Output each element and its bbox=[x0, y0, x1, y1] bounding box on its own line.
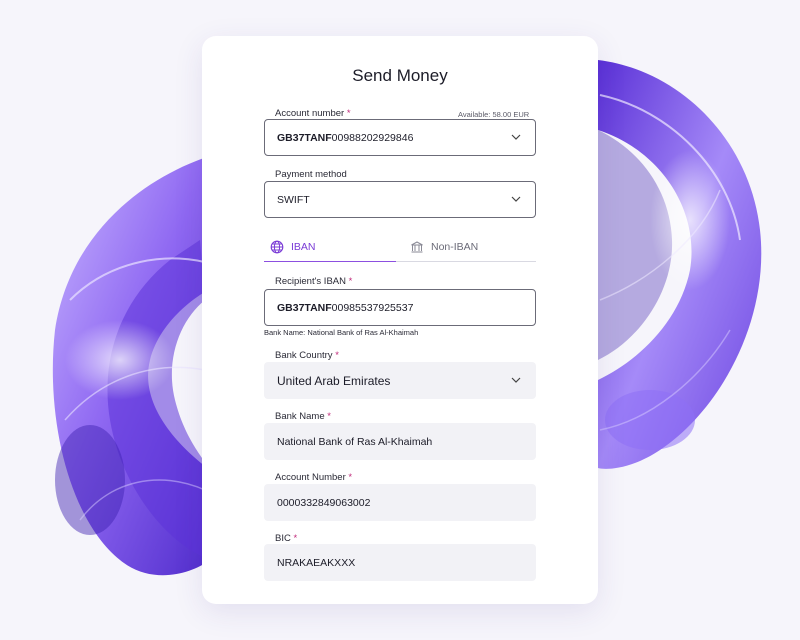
account-number-field-label-text: Account Number bbox=[275, 472, 346, 483]
globe-icon bbox=[270, 240, 284, 253]
page-title: Send Money bbox=[352, 66, 448, 85]
bank-name-label-text: Bank Name bbox=[275, 411, 325, 422]
recipient-iban-label: Recipient's IBAN * bbox=[275, 276, 352, 287]
chevron-down-icon[interactable] bbox=[511, 195, 521, 203]
recipient-iban-input[interactable]: GB37TANF 00985537925537 bbox=[264, 289, 536, 326]
required-mark: * bbox=[346, 108, 351, 119]
account-number-label: Account number * bbox=[275, 108, 351, 119]
required-mark: * bbox=[293, 533, 298, 544]
bank-country-label: Bank Country * bbox=[275, 350, 339, 361]
bic-value: NRAKAEAKXXX bbox=[277, 556, 356, 569]
bank-name-input[interactable]: National Bank of Ras Al-Khaimah bbox=[264, 423, 536, 460]
bank-country-select[interactable]: United Arab Emirates bbox=[264, 362, 536, 399]
account-number-prefix: GB37TANF bbox=[277, 131, 332, 144]
bic-input[interactable]: NRAKAEAKXXX bbox=[264, 544, 536, 581]
send-money-card: Send Money Account number * Available: 5… bbox=[202, 36, 598, 604]
bank-country-value: United Arab Emirates bbox=[277, 373, 391, 388]
required-mark: * bbox=[335, 350, 339, 361]
payment-method-label: Payment method bbox=[275, 169, 347, 180]
account-number-rest: 00988202929846 bbox=[331, 131, 414, 144]
chevron-down-icon[interactable] bbox=[511, 133, 521, 141]
bank-country-label-text: Bank Country bbox=[275, 350, 333, 361]
tab-iban[interactable]: IBAN bbox=[264, 232, 396, 262]
bank-name-value: National Bank of Ras Al-Khaimah bbox=[277, 435, 433, 448]
payment-method-value: SWIFT bbox=[277, 193, 310, 206]
tab-non-iban[interactable]: Non-IBAN bbox=[396, 232, 536, 262]
bic-label: BIC * bbox=[275, 533, 297, 544]
bank-icon bbox=[411, 240, 423, 252]
payment-method-select[interactable]: SWIFT bbox=[264, 181, 536, 218]
bank-name-hint: Bank Name: National Bank of Ras Al-Khaim… bbox=[264, 328, 419, 337]
account-number-input[interactable]: 0000332849063002 bbox=[264, 484, 536, 521]
recipient-iban-prefix: GB37TANF bbox=[277, 301, 332, 314]
chevron-down-icon[interactable] bbox=[511, 376, 521, 384]
required-mark: * bbox=[348, 472, 353, 483]
required-mark: * bbox=[327, 411, 331, 422]
tab-non-iban-label: Non-IBAN bbox=[431, 240, 479, 253]
recipient-iban-rest: 00985537925537 bbox=[331, 301, 414, 314]
required-mark: * bbox=[348, 276, 353, 287]
available-balance: Available: 58.00 EUR bbox=[458, 110, 530, 119]
tab-iban-label: IBAN bbox=[291, 240, 316, 253]
account-number-value: 0000332849063002 bbox=[277, 496, 371, 509]
bank-name-label: Bank Name * bbox=[275, 411, 331, 422]
account-number-label-text: Account number bbox=[275, 108, 345, 119]
bic-label-text: BIC bbox=[275, 533, 291, 544]
account-number-field-label: Account Number * bbox=[275, 472, 352, 483]
account-number-select[interactable]: GB37TANF 00988202929846 bbox=[264, 119, 536, 156]
recipient-iban-label-text: Recipient's IBAN bbox=[275, 276, 346, 287]
